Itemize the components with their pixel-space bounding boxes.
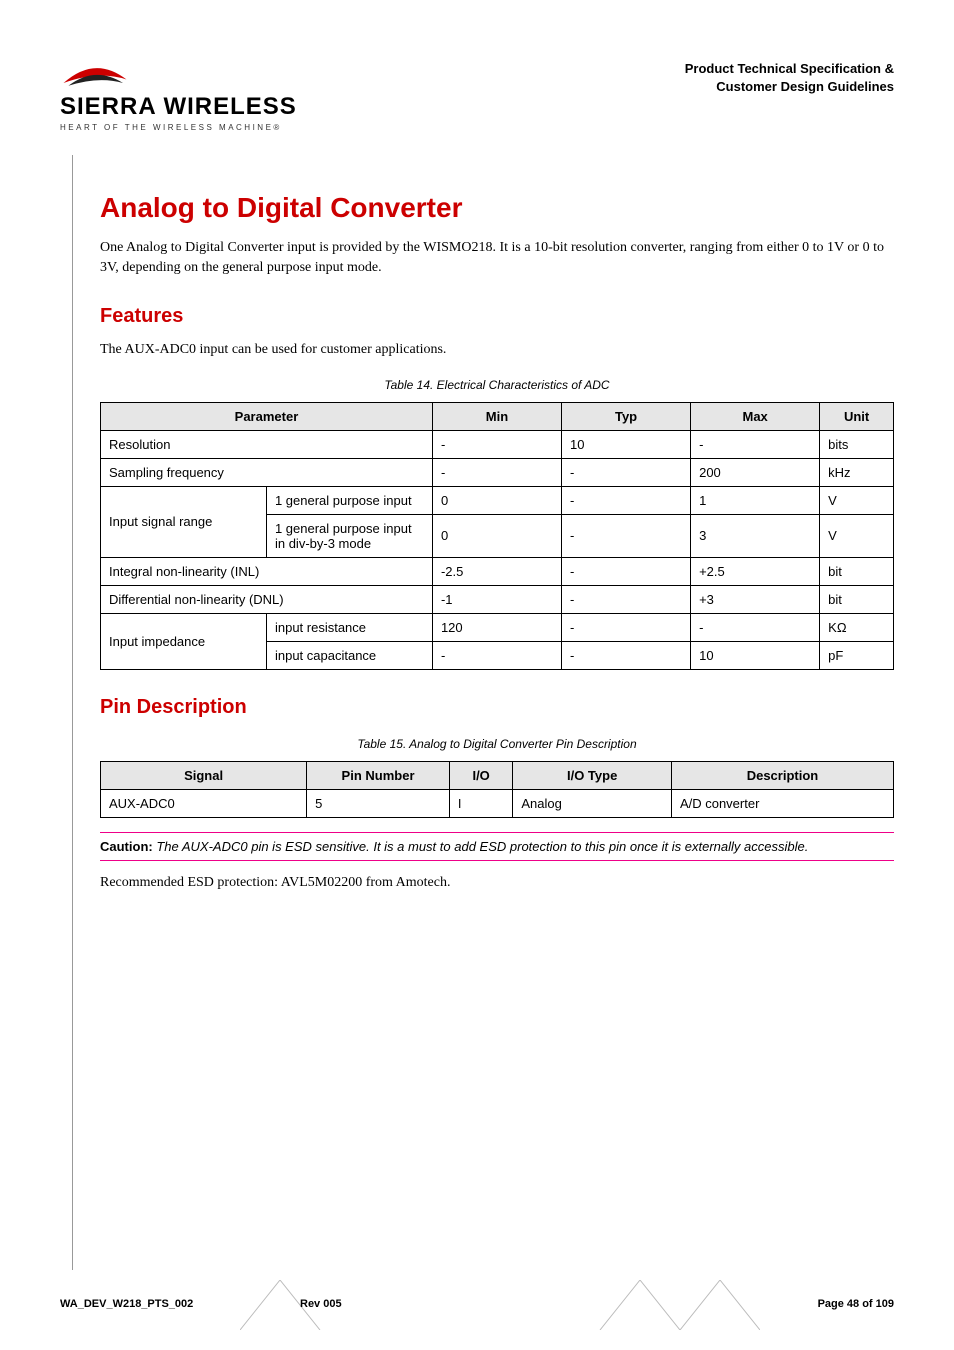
cell-param: Integral non-linearity (INL) bbox=[101, 557, 433, 585]
cell-subparam: input capacitance bbox=[266, 641, 432, 669]
table-row: Integral non-linearity (INL) -2.5 - +2.5… bbox=[101, 557, 894, 585]
page-footer: WA_DEV_W218_PTS_002 Rev 005 Page 48 of 1… bbox=[60, 1280, 894, 1310]
page-header: SIERRA WIRELESS HEART OF THE WIRELESS MA… bbox=[60, 60, 894, 132]
col-io: I/O bbox=[449, 761, 512, 789]
col-pinnum: Pin Number bbox=[307, 761, 450, 789]
cell-max: 200 bbox=[691, 458, 820, 486]
cell-desc: A/D converter bbox=[671, 789, 893, 817]
cell-max: 10 bbox=[691, 641, 820, 669]
table-header-row: Signal Pin Number I/O I/O Type Descripti… bbox=[101, 761, 894, 789]
page: SIERRA WIRELESS HEART OF THE WIRELESS MA… bbox=[0, 0, 954, 1350]
table-header-row: Parameter Min Typ Max Unit bbox=[101, 402, 894, 430]
cell-min: 120 bbox=[432, 613, 561, 641]
logo-block: SIERRA WIRELESS HEART OF THE WIRELESS MA… bbox=[60, 60, 340, 132]
table-row: Sampling frequency - - 200 kHz bbox=[101, 458, 894, 486]
footer-docid: WA_DEV_W218_PTS_002 bbox=[60, 1298, 193, 1310]
cell-max: 3 bbox=[691, 514, 820, 557]
intro-paragraph: One Analog to Digital Converter input is… bbox=[100, 238, 894, 279]
col-desc: Description bbox=[671, 761, 893, 789]
cell-min: 0 bbox=[432, 514, 561, 557]
caution-text: The AUX-ADC0 pin is ESD sensitive. It is… bbox=[156, 839, 808, 854]
pin-description-heading: Pin Description bbox=[100, 696, 894, 719]
cell-unit: bit bbox=[820, 557, 894, 585]
cell-unit: V bbox=[820, 486, 894, 514]
cell-io: I bbox=[449, 789, 512, 817]
header-line1: Product Technical Specification & bbox=[685, 60, 894, 78]
content-area: Analog to Digital Converter One Analog t… bbox=[100, 192, 894, 893]
features-text: The AUX-ADC0 input can be used for custo… bbox=[100, 340, 894, 360]
cell-max: 1 bbox=[691, 486, 820, 514]
col-parameter: Parameter bbox=[101, 402, 433, 430]
cell-typ: - bbox=[562, 613, 691, 641]
cell-min: - bbox=[432, 430, 561, 458]
features-heading: Features bbox=[100, 305, 894, 328]
cell-param-group: Input signal range bbox=[101, 486, 267, 557]
cell-typ: - bbox=[562, 557, 691, 585]
cell-typ: - bbox=[562, 641, 691, 669]
cell-param: Resolution bbox=[101, 430, 433, 458]
cell-pinnum: 5 bbox=[307, 789, 450, 817]
table14-caption: Table 14. Electrical Characteristics of … bbox=[100, 378, 894, 392]
cell-typ: - bbox=[562, 514, 691, 557]
footer-pagenum: Page 48 of 109 bbox=[818, 1298, 894, 1310]
pin-description-table: Signal Pin Number I/O I/O Type Descripti… bbox=[100, 761, 894, 818]
recommended-text: Recommended ESD protection: AVL5M02200 f… bbox=[100, 873, 894, 893]
cell-min: - bbox=[432, 458, 561, 486]
col-iotype: I/O Type bbox=[513, 761, 672, 789]
col-max: Max bbox=[691, 402, 820, 430]
cell-subparam: input resistance bbox=[266, 613, 432, 641]
cell-unit: pF bbox=[820, 641, 894, 669]
caution-block: Caution: The AUX-ADC0 pin is ESD sensiti… bbox=[100, 832, 894, 861]
cell-min: 0 bbox=[432, 486, 561, 514]
cell-subparam: 1 general purpose input in div-by-3 mode bbox=[266, 514, 432, 557]
table-row: Input impedance input resistance 120 - -… bbox=[101, 613, 894, 641]
cell-min: - bbox=[432, 641, 561, 669]
col-typ: Typ bbox=[562, 402, 691, 430]
cell-unit: V bbox=[820, 514, 894, 557]
cell-typ: - bbox=[562, 486, 691, 514]
cell-max: - bbox=[691, 430, 820, 458]
col-min: Min bbox=[432, 402, 561, 430]
side-rule bbox=[72, 155, 73, 1270]
cell-signal: AUX-ADC0 bbox=[101, 789, 307, 817]
table-row: AUX-ADC0 5 I Analog A/D converter bbox=[101, 789, 894, 817]
logo-tagline: HEART OF THE WIRELESS MACHINE® bbox=[60, 123, 340, 132]
cell-unit: KΩ bbox=[820, 613, 894, 641]
cell-unit: bit bbox=[820, 585, 894, 613]
cell-subparam: 1 general purpose input bbox=[266, 486, 432, 514]
cell-max: +2.5 bbox=[691, 557, 820, 585]
caution-label: Caution: bbox=[100, 839, 153, 854]
cell-iotype: Analog bbox=[513, 789, 672, 817]
logo-wordmark: SIERRA WIRELESS bbox=[60, 93, 340, 121]
cell-min: -1 bbox=[432, 585, 561, 613]
col-signal: Signal bbox=[101, 761, 307, 789]
cell-param: Sampling frequency bbox=[101, 458, 433, 486]
table-row: Resolution - 10 - bits bbox=[101, 430, 894, 458]
cell-unit: kHz bbox=[820, 458, 894, 486]
table15-caption: Table 15. Analog to Digital Converter Pi… bbox=[100, 737, 894, 751]
cell-param: Differential non-linearity (DNL) bbox=[101, 585, 433, 613]
cell-min: -2.5 bbox=[432, 557, 561, 585]
cell-max: - bbox=[691, 613, 820, 641]
cell-unit: bits bbox=[820, 430, 894, 458]
cell-typ: - bbox=[562, 458, 691, 486]
cell-typ: - bbox=[562, 585, 691, 613]
col-unit: Unit bbox=[820, 402, 894, 430]
cell-param-group: Input impedance bbox=[101, 613, 267, 669]
table-row: Input signal range 1 general purpose inp… bbox=[101, 486, 894, 514]
cell-typ: 10 bbox=[562, 430, 691, 458]
footer-rev: Rev 005 bbox=[300, 1298, 342, 1310]
page-title: Analog to Digital Converter bbox=[100, 192, 894, 224]
table-row: Differential non-linearity (DNL) -1 - +3… bbox=[101, 585, 894, 613]
adc-characteristics-table: Parameter Min Typ Max Unit Resolution - … bbox=[100, 402, 894, 670]
sierra-swoosh-icon bbox=[60, 60, 130, 92]
header-line2: Customer Design Guidelines bbox=[685, 78, 894, 96]
header-right: Product Technical Specification & Custom… bbox=[685, 60, 894, 95]
cell-max: +3 bbox=[691, 585, 820, 613]
